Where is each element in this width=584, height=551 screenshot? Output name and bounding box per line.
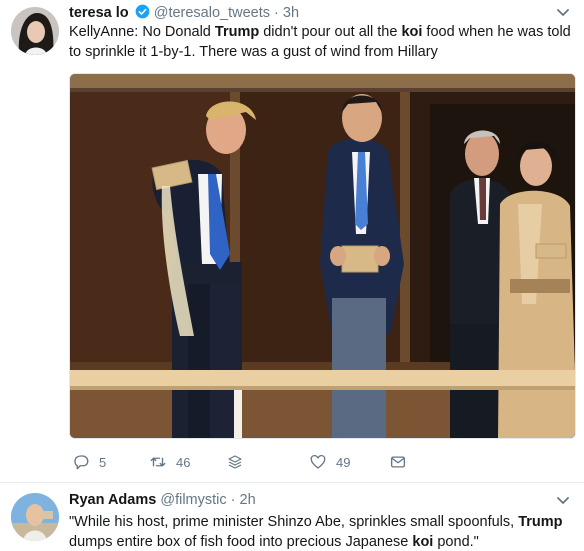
avatar-image bbox=[11, 7, 59, 55]
highlighted-term: Trump bbox=[214, 24, 260, 40]
timestamp[interactable]: 3h bbox=[283, 5, 299, 21]
highlighted-term: koi bbox=[401, 24, 423, 40]
chevron-down-icon[interactable] bbox=[556, 496, 570, 506]
avatar[interactable] bbox=[11, 493, 59, 541]
reply-button[interactable]: 5 bbox=[72, 450, 106, 474]
reply-count: 5 bbox=[99, 454, 107, 470]
user-handle[interactable]: @teresalo_tweets bbox=[154, 5, 270, 21]
envelope-icon bbox=[390, 456, 406, 468]
tweet-actions: 5 46 49 bbox=[69, 450, 469, 474]
retweet-count: 46 bbox=[176, 454, 191, 470]
tweet-text: "While his host, prime minister Shinzo A… bbox=[69, 512, 574, 551]
layers-icon bbox=[228, 455, 242, 469]
separator: · bbox=[274, 5, 279, 21]
tweet-text-segment: KellyAnne: No Donald bbox=[69, 24, 215, 40]
tweet-text-segment: pond." bbox=[433, 534, 479, 550]
display-name[interactable]: Ryan Adams bbox=[69, 492, 156, 508]
like-button[interactable]: 49 bbox=[309, 450, 350, 474]
verified-badge-icon bbox=[135, 4, 150, 19]
heart-icon bbox=[310, 454, 326, 469]
retweet-icon bbox=[150, 457, 166, 467]
tweet-text: KellyAnne: No Donald Trump didn't pour o… bbox=[69, 22, 574, 62]
tweet-text-segment: "While his host, prime minister Shinzo A… bbox=[69, 514, 519, 530]
timestamp[interactable]: 2h bbox=[240, 492, 256, 508]
tweet-photo[interactable] bbox=[69, 73, 576, 439]
tweet-text-segment: dumps entire box of fish food into preci… bbox=[69, 534, 413, 550]
display-name[interactable]: teresa lo bbox=[69, 5, 129, 21]
user-handle[interactable]: @filmystic bbox=[160, 492, 226, 508]
tweet-text-segment: didn't pour out all the bbox=[259, 24, 402, 40]
tweet-header: Ryan Adams @filmystic · 2h bbox=[69, 492, 256, 508]
highlighted-term: Trump bbox=[518, 514, 563, 530]
photo-koi-feeding bbox=[70, 74, 575, 438]
layers-button[interactable] bbox=[226, 450, 244, 474]
separator: · bbox=[230, 492, 236, 508]
like-count: 49 bbox=[336, 454, 351, 470]
reply-icon bbox=[74, 455, 89, 470]
highlighted-term: koi bbox=[412, 534, 434, 550]
retweet-button[interactable]: 46 bbox=[149, 450, 190, 474]
avatar[interactable] bbox=[11, 7, 59, 55]
avatar-image bbox=[11, 493, 59, 541]
direct-message-button[interactable] bbox=[389, 450, 407, 474]
tweet-header: teresa lo @teresalo_tweets · 3h bbox=[69, 4, 299, 21]
chevron-down-icon[interactable] bbox=[556, 8, 570, 18]
